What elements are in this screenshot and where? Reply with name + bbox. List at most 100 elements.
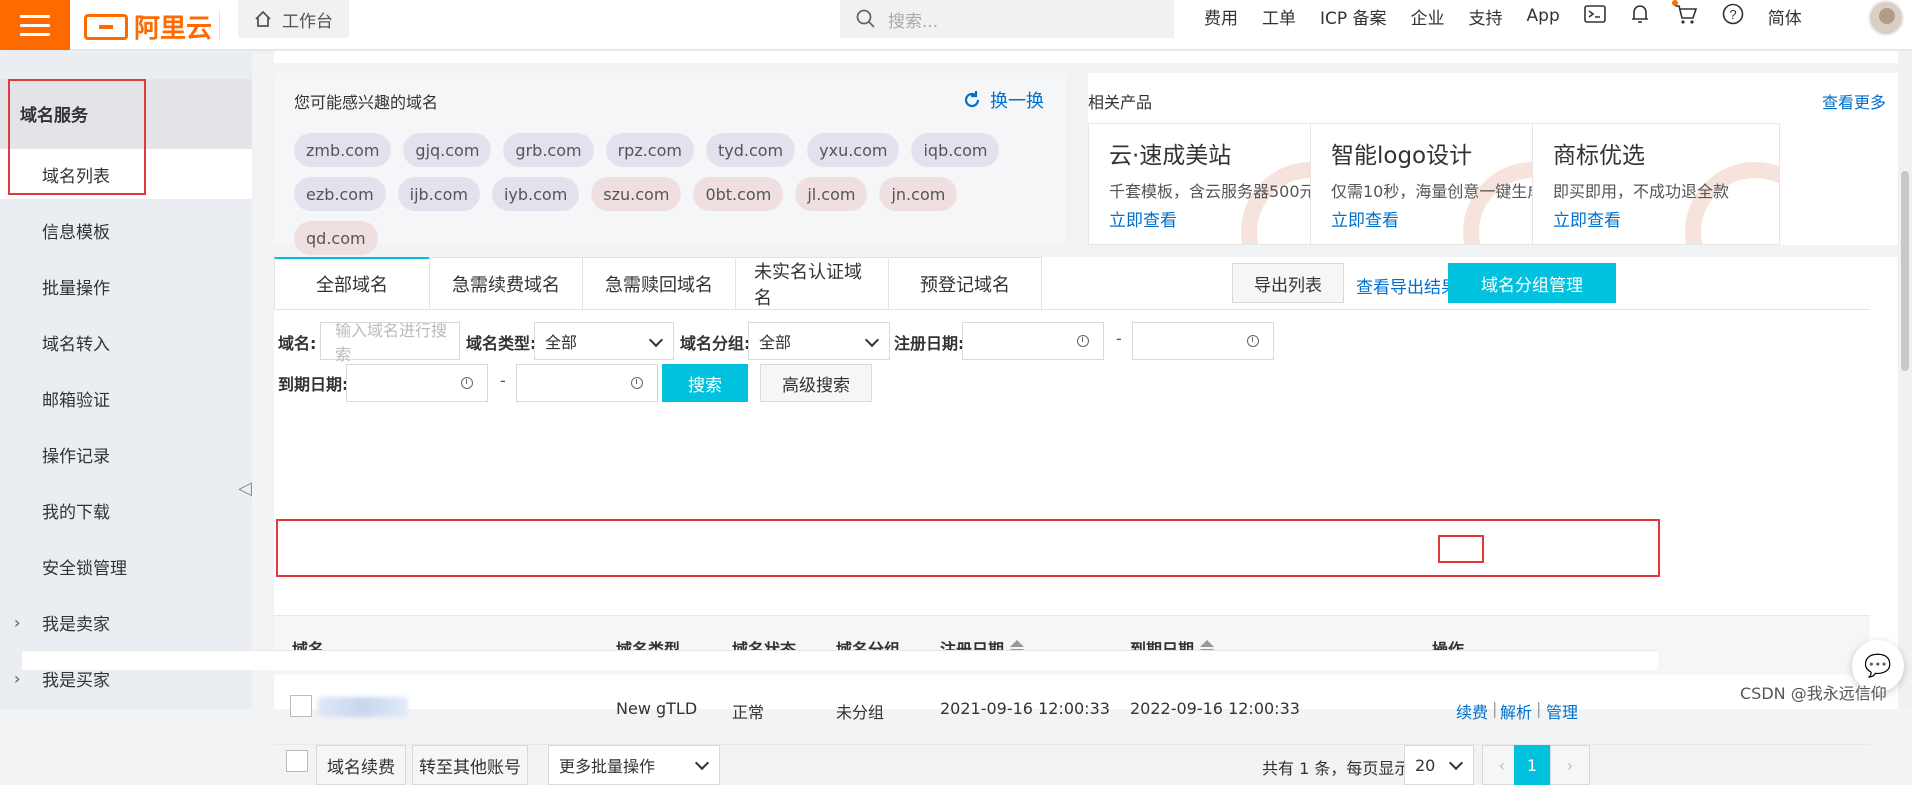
- domain-chip[interactable]: gjq.com: [403, 133, 492, 167]
- cell-group: 未分组: [836, 703, 885, 722]
- search-input[interactable]: 搜索...: [840, 0, 1174, 38]
- select-value: 20: [1415, 755, 1436, 775]
- exp-date-start-input[interactable]: [346, 364, 488, 402]
- swap-button[interactable]: 换一换: [962, 87, 1044, 113]
- menu-button[interactable]: [0, 0, 70, 50]
- domain-chip[interactable]: grb.com: [503, 133, 594, 167]
- sidebar-item-batch-ops[interactable]: 批量操作: [0, 261, 252, 311]
- pagination-summary: 共有 1 条，每页显示:: [1262, 759, 1416, 778]
- sidebar-item-transfer-in[interactable]: 域名转入: [0, 317, 252, 367]
- row-checkbox[interactable]: [290, 695, 312, 717]
- domain-chip[interactable]: tyd.com: [705, 133, 796, 167]
- advanced-search-button[interactable]: 高级搜索: [760, 364, 872, 402]
- scrollbar[interactable]: [1898, 51, 1912, 709]
- product-title: 云·速成美站: [1109, 143, 1232, 169]
- search-placeholder: 搜索...: [888, 11, 939, 32]
- sidebar-item-downloads[interactable]: 我的下载: [0, 485, 252, 535]
- domain-chip[interactable]: iqb.com: [911, 133, 1000, 167]
- renew-link[interactable]: 续费: [1456, 699, 1488, 723]
- product-card[interactable]: 商标优选 即买即用，不成功退全款 立即查看: [1532, 123, 1780, 245]
- terminal-icon[interactable]: [1583, 4, 1606, 29]
- help-icon[interactable]: ?: [1722, 3, 1744, 30]
- transfer-account-button[interactable]: 转至其他账号: [412, 745, 528, 785]
- sidebar-item-security-lock[interactable]: 安全锁管理: [0, 541, 252, 591]
- domain-filter-label: 域名:: [278, 334, 317, 353]
- aliyun-logo[interactable]: 阿里云: [84, 8, 212, 45]
- clock-icon: [461, 377, 473, 389]
- cart-icon[interactable]: [1674, 3, 1698, 30]
- domain-chip[interactable]: jn.com: [879, 177, 958, 211]
- reg-date-end-input[interactable]: [1132, 322, 1274, 360]
- select-value: 更多批量操作: [559, 757, 656, 776]
- domain-chip[interactable]: qd.com: [294, 221, 378, 255]
- export-list-button[interactable]: 导出列表: [1232, 263, 1344, 303]
- domain-type-select[interactable]: 全部: [534, 322, 674, 360]
- page-1-button[interactable]: 1: [1514, 745, 1550, 785]
- watermark: CSDN @我永远信仰: [1740, 684, 1887, 703]
- sidebar-item-seller[interactable]: › 我是卖家: [0, 597, 252, 647]
- sidebar-item-op-log[interactable]: 操作记录: [0, 429, 252, 479]
- product-card[interactable]: 云·速成美站 千套模板，含云服务器500元 立即查看: [1088, 123, 1336, 245]
- tab-redeem-urgent[interactable]: 急需赎回域名: [582, 257, 736, 309]
- product-link[interactable]: 立即查看: [1553, 206, 1621, 231]
- domain-search-input[interactable]: 输入域名进行搜索: [320, 321, 460, 364]
- nav-support[interactable]: 支持: [1469, 4, 1503, 29]
- language-switch[interactable]: 简体: [1768, 4, 1802, 29]
- product-link[interactable]: 立即查看: [1331, 206, 1399, 231]
- domain-chip[interactable]: szu.com: [591, 177, 682, 211]
- card-edge: [274, 51, 1910, 63]
- dns-resolve-link[interactable]: 解析: [1500, 699, 1532, 723]
- manage-link[interactable]: 管理: [1546, 699, 1578, 723]
- domain-chip[interactable]: ijb.com: [397, 177, 480, 211]
- product-desc: 千套模板，含云服务器500元: [1109, 182, 1316, 201]
- view-export-results-link[interactable]: 查看导出结果: [1356, 273, 1458, 298]
- tab-renew-urgent[interactable]: 急需续费域名: [429, 257, 583, 309]
- product-card[interactable]: 智能logo设计 仅需10秒，海量创意一键生成 立即查看: [1310, 123, 1558, 245]
- domain-chip[interactable]: 0bt.com: [693, 177, 784, 211]
- nav-icp[interactable]: ICP 备案: [1320, 4, 1387, 29]
- domain-chip[interactable]: ezb.com: [294, 177, 386, 211]
- search-button[interactable]: 搜索: [662, 364, 748, 402]
- nav-tickets[interactable]: 工单: [1262, 4, 1296, 29]
- nav-enterprise[interactable]: 企业: [1411, 4, 1445, 29]
- workbench-button[interactable]: 工作台: [238, 0, 349, 38]
- table-row: New gTLD 正常 未分组 2021-09-16 12:00:33 2022…: [274, 675, 1870, 745]
- domain-chip[interactable]: rpz.com: [605, 133, 694, 167]
- more-batch-select[interactable]: 更多批量操作: [548, 745, 720, 785]
- product-link[interactable]: 立即查看: [1109, 206, 1177, 231]
- chevron-right-icon: ›: [14, 668, 21, 688]
- logo-text: 阿里云: [134, 13, 213, 43]
- domain-chip[interactable]: jl.com: [795, 177, 868, 211]
- page-size-select[interactable]: 20: [1404, 745, 1474, 785]
- chevron-down-icon: [1448, 755, 1464, 771]
- next-page-button[interactable]: ›: [1550, 745, 1590, 785]
- batch-renew-button[interactable]: 域名续费: [316, 745, 406, 785]
- related-products-panel: 相关产品 查看更多 云·速成美站 千套模板，含云服务器500元 立即查看 智能l…: [1088, 73, 1910, 245]
- tab-underline: [274, 309, 1870, 310]
- chevron-right-icon: ›: [14, 612, 21, 632]
- scrollbar-thumb[interactable]: [1901, 171, 1909, 371]
- domain-group-select[interactable]: 全部: [748, 322, 890, 360]
- view-more-link[interactable]: 查看更多: [1822, 89, 1886, 113]
- reg-date-start-input[interactable]: [962, 322, 1104, 360]
- domain-chip[interactable]: yxu.com: [807, 133, 900, 167]
- sidebar-item-email-verify[interactable]: 邮箱验证: [0, 373, 252, 423]
- nav-fees[interactable]: 费用: [1204, 4, 1238, 29]
- domain-name-redacted[interactable]: [318, 697, 408, 717]
- domain-chip[interactable]: iyb.com: [491, 177, 580, 211]
- avatar[interactable]: [1868, 0, 1904, 36]
- sidebar-item-info-template[interactable]: 信息模板: [0, 205, 252, 255]
- exp-date-end-input[interactable]: [516, 364, 658, 402]
- tab-unverified[interactable]: 未实名认证域名: [735, 257, 889, 309]
- sidebar-item-label: 邮箱验证: [42, 390, 110, 411]
- tab-preregistered[interactable]: 预登记域名: [888, 257, 1042, 309]
- chevron-down-icon: [648, 332, 664, 348]
- swap-label: 换一换: [990, 91, 1044, 112]
- tab-all-domains[interactable]: 全部域名: [274, 257, 430, 309]
- sidebar-collapse-handle[interactable]: ◁: [238, 478, 252, 508]
- select-all-checkbox[interactable]: [286, 750, 308, 772]
- domain-chip[interactable]: zmb.com: [294, 133, 392, 167]
- domain-group-manage-button[interactable]: 域名分组管理: [1448, 263, 1616, 303]
- bell-icon[interactable]: [1630, 3, 1650, 30]
- nav-app[interactable]: App: [1527, 6, 1560, 26]
